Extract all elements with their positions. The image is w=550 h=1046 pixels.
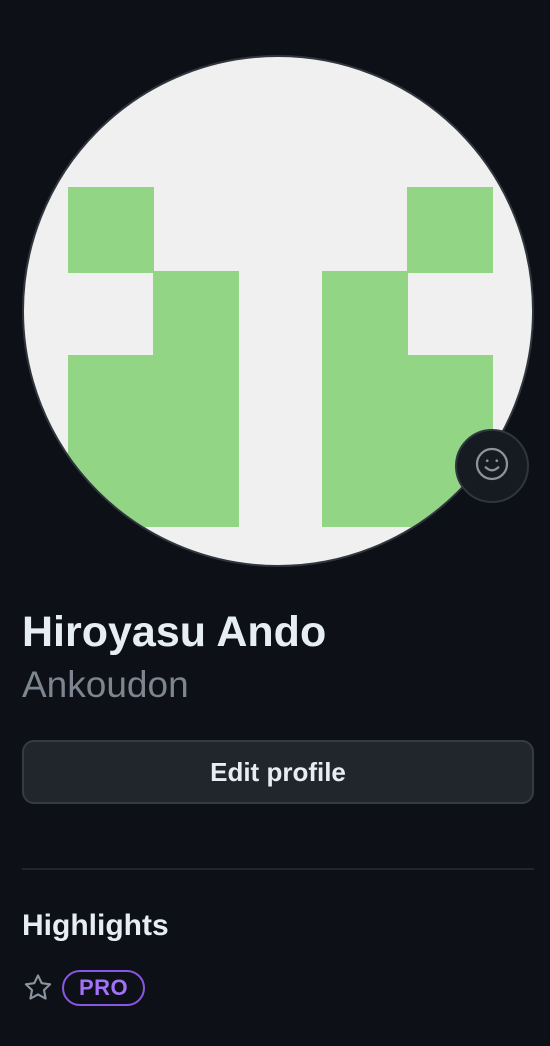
edit-profile-button[interactable]: Edit profile: [22, 740, 534, 804]
section-divider: [22, 868, 534, 870]
smiley-icon: [474, 446, 510, 487]
profile-username: Ankoudon: [22, 664, 189, 705]
avatar[interactable]: [22, 55, 534, 567]
profile-full-name: Hiroyasu Ando: [22, 608, 327, 656]
star-icon: [22, 972, 54, 1004]
highlight-item-pro[interactable]: PRO: [22, 968, 146, 1008]
highlights-heading: Highlights: [22, 909, 169, 942]
set-status-button[interactable]: [455, 429, 529, 503]
avatar-container: [22, 55, 534, 567]
pro-badge: PRO: [62, 970, 146, 1006]
identicon-image: [68, 187, 493, 527]
profile-sidebar: Hiroyasu Ando Ankoudon Edit profile High…: [0, 0, 550, 1046]
